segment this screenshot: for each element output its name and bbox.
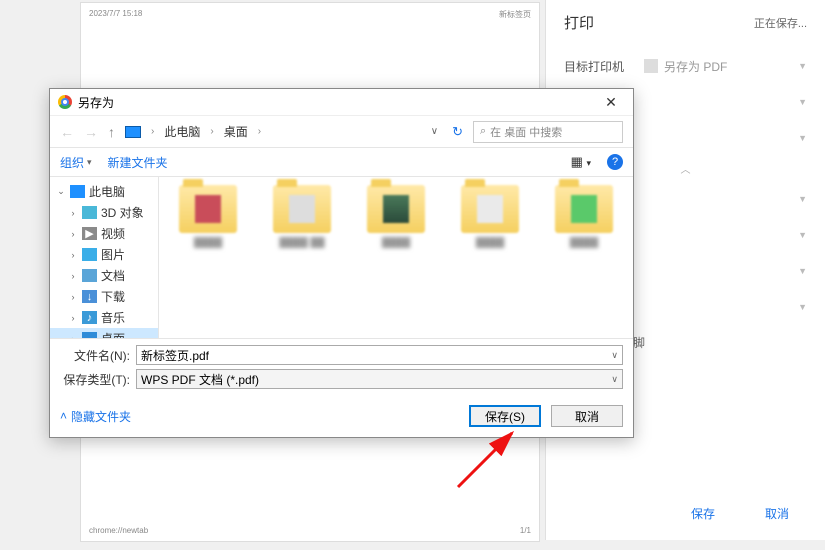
preview-page-number: 1/1 [520, 526, 531, 535]
chevron-down-icon: ▼ [798, 194, 807, 204]
chevron-right-icon: › [258, 126, 261, 137]
tree-pictures[interactable]: ›图片 [50, 244, 158, 265]
folder-item[interactable]: ████ [547, 185, 621, 259]
tree-3d-objects[interactable]: ›3D 对象 [50, 202, 158, 223]
file-list-area[interactable]: ████ ████ ██ ████ ████ ████ [159, 177, 633, 338]
search-placeholder: 在 桌面 中搜索 [490, 124, 562, 140]
folder-tree: ⌄此电脑 ›3D 对象 ›▶视频 ›图片 ›文档 ›↓下载 ›♪音乐 ›桌面 ›… [50, 177, 159, 338]
tree-downloads[interactable]: ›↓下载 [50, 286, 158, 307]
chevron-right-icon: › [210, 126, 213, 137]
chevron-right-icon: › [151, 126, 154, 137]
close-button[interactable]: ✕ [591, 89, 631, 115]
print-title: 打印 [564, 12, 594, 33]
tree-this-pc[interactable]: ⌄此电脑 [50, 181, 158, 202]
folder-item[interactable]: ████ ██ [265, 185, 339, 259]
folder-item[interactable]: ████ [453, 185, 527, 259]
filename-input[interactable]: 新标签页.pdf∨ [136, 345, 623, 365]
preview-title: 新标签页 [499, 9, 531, 20]
tree-documents[interactable]: ›文档 [50, 265, 158, 286]
help-icon[interactable]: ? [607, 154, 623, 170]
dialog-toolbar: 组织▾ 新建文件夹 ▦ ▾ ? [50, 147, 633, 177]
nav-forward-icon[interactable]: → [84, 124, 98, 140]
chevron-down-icon: ▼ [798, 302, 807, 312]
organize-menu[interactable]: 组织▾ [60, 154, 92, 171]
chevron-up-icon: ˄ [60, 409, 67, 423]
preview-url: chrome://newtab [89, 526, 148, 535]
dialog-titlebar: 另存为 ✕ [50, 89, 633, 115]
chevron-down-icon: ▼ [798, 61, 807, 71]
chevron-down-icon[interactable]: ∨ [611, 374, 618, 385]
filetype-label: 保存类型(T): [60, 371, 136, 388]
chevron-down-icon[interactable]: ∨ [611, 350, 618, 361]
pdf-icon [644, 59, 658, 73]
tree-music[interactable]: ›♪音乐 [50, 307, 158, 328]
chevron-down-icon: ▼ [798, 266, 807, 276]
chevron-down-icon: ▼ [798, 230, 807, 240]
print-save-button[interactable]: 保存 [673, 499, 733, 528]
dialog-title: 另存为 [78, 94, 114, 111]
folder-item[interactable]: ████ [171, 185, 245, 259]
tree-videos[interactable]: ›▶视频 [50, 223, 158, 244]
saving-status: 正在保存... [754, 15, 807, 31]
folder-item[interactable]: ████ [359, 185, 433, 259]
print-cancel-button[interactable]: 取消 [747, 499, 807, 528]
new-folder-button[interactable]: 新建文件夹 [108, 154, 168, 171]
filetype-select[interactable]: WPS PDF 文档 (*.pdf)∨ [136, 369, 623, 389]
path-dropdown-icon[interactable]: ∨ [427, 126, 442, 137]
dialog-navbar: ← → ↑ › 此电脑 › 桌面 › ∨ ↻ ⌕ 在 桌面 中搜索 [50, 115, 633, 147]
destination-label: 目标打印机 [564, 58, 644, 75]
dialog-fields: 文件名(N): 新标签页.pdf∨ 保存类型(T): WPS PDF 文档 (*… [50, 338, 633, 397]
dialog-cancel-button[interactable]: 取消 [551, 405, 623, 427]
view-mode-icon[interactable]: ▦ ▾ [571, 154, 591, 170]
tree-desktop[interactable]: ›桌面 [50, 328, 158, 338]
nav-back-icon[interactable]: ← [60, 124, 74, 140]
breadcrumb-desktop[interactable]: 桌面 [224, 123, 248, 140]
hide-folders-toggle[interactable]: ˄隐藏文件夹 [60, 408, 131, 425]
dialog-footer: ˄隐藏文件夹 保存(S) 取消 [50, 397, 633, 437]
chevron-down-icon: ▼ [798, 97, 807, 107]
destination-row[interactable]: 目标打印机 另存为 PDF▼ [564, 49, 807, 83]
chevron-down-icon: ▼ [798, 133, 807, 143]
preview-timestamp: 2023/7/7 15:18 [89, 9, 142, 20]
filename-label: 文件名(N): [60, 347, 136, 364]
breadcrumb-pc[interactable]: 此电脑 [164, 123, 200, 140]
nav-up-icon[interactable]: ↑ [108, 124, 115, 140]
search-input[interactable]: ⌕ 在 桌面 中搜索 [473, 121, 623, 143]
search-icon: ⌕ [480, 125, 486, 138]
refresh-icon[interactable]: ↻ [452, 124, 463, 140]
save-as-dialog: 另存为 ✕ ← → ↑ › 此电脑 › 桌面 › ∨ ↻ ⌕ 在 桌面 中搜索 … [49, 88, 634, 438]
chrome-icon [58, 95, 72, 109]
pc-icon [125, 126, 141, 138]
dialog-save-button[interactable]: 保存(S) [469, 405, 541, 427]
